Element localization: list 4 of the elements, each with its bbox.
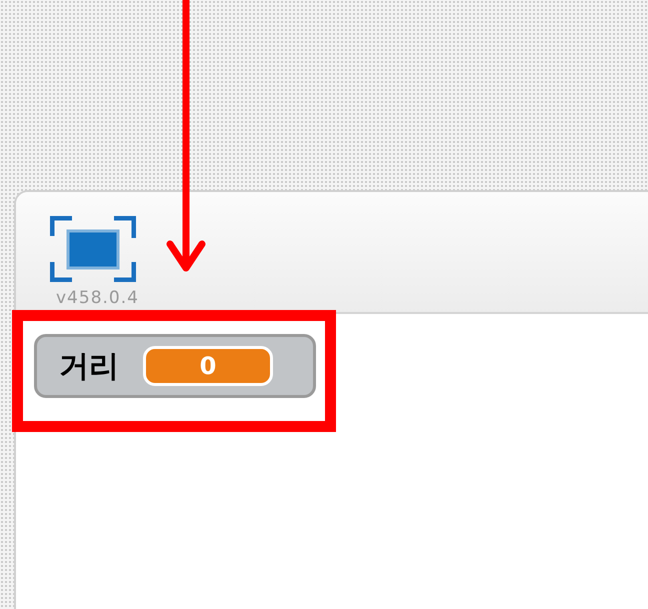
variable-value: 0 (143, 346, 273, 386)
variable-name: 거리 (59, 348, 119, 386)
fullscreen-icon[interactable] (50, 216, 136, 282)
version-text: v458.0.4 (56, 288, 139, 308)
